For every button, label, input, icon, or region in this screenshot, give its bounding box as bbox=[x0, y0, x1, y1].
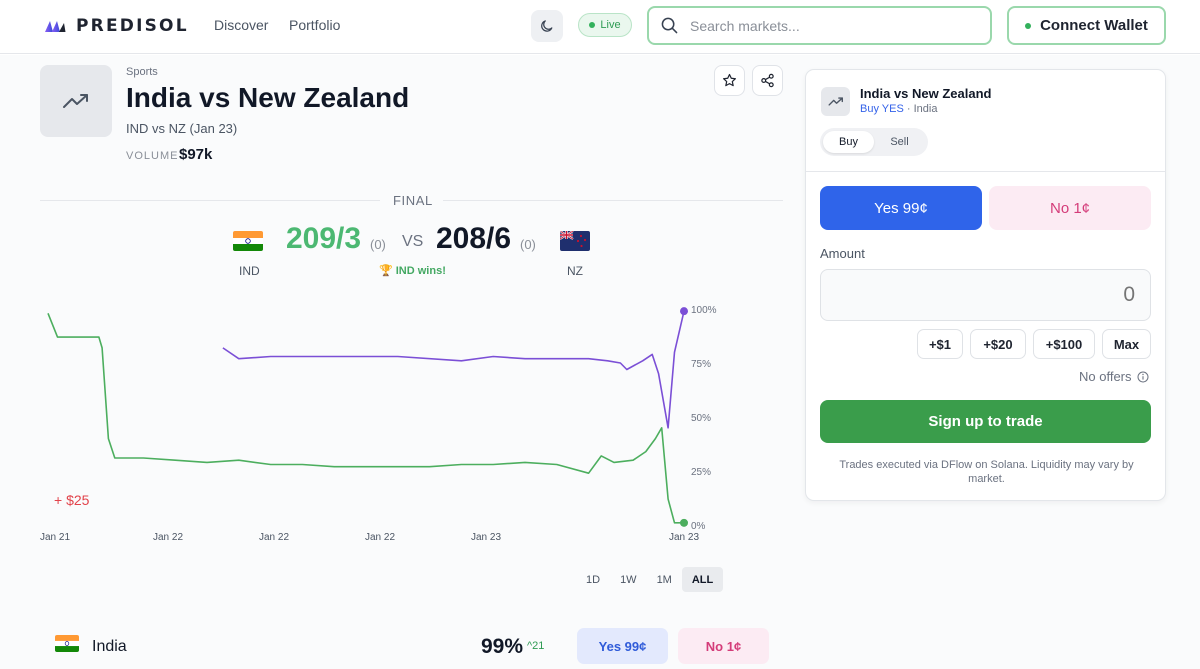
outcome-change: ^21 bbox=[527, 640, 544, 652]
wallet-dot-icon bbox=[1025, 22, 1032, 29]
range-tab-1m[interactable]: 1M bbox=[647, 567, 682, 592]
price-history-chart[interactable]: 100% 75% 50% 25% 0% Jan 21 Jan 22 Jan 22 Jan 22 J… bbox=[0, 290, 790, 550]
buy-no-button[interactable]: No 1¢ bbox=[989, 186, 1151, 230]
live-label: Live bbox=[600, 19, 621, 31]
outcome-change-value: 21 bbox=[532, 640, 545, 652]
new-zealand-flag-icon bbox=[560, 231, 590, 251]
search-input[interactable] bbox=[690, 17, 970, 34]
market-subtitle: IND vs NZ (Jan 23) bbox=[126, 121, 238, 136]
search-box[interactable] bbox=[647, 6, 992, 45]
trending-up-icon bbox=[63, 94, 88, 108]
series-line-1[interactable] bbox=[47, 313, 684, 524]
logo-icon bbox=[45, 21, 66, 32]
max-amount-button[interactable]: Max bbox=[1102, 329, 1151, 359]
match-status: FINAL bbox=[393, 193, 433, 208]
y-tick-label: 100% bbox=[691, 305, 717, 316]
outcome-row: India 99% ^21 Yes 99¢ No 1¢ bbox=[40, 623, 784, 669]
share-icon bbox=[761, 73, 774, 88]
nav-link-discover[interactable]: Discover bbox=[214, 17, 268, 33]
series-endpoint-1 bbox=[680, 518, 688, 527]
theme-toggle-button[interactable] bbox=[531, 10, 563, 42]
home-team-code: IND bbox=[239, 264, 260, 278]
volume-label: VOLUME bbox=[126, 150, 179, 162]
panel-side-label: Buy YES bbox=[860, 103, 904, 115]
trending-up-icon bbox=[827, 97, 843, 106]
nav-link-portfolio[interactable]: Portfolio bbox=[289, 17, 340, 33]
x-tick-label: Jan 23 bbox=[471, 532, 501, 543]
connect-wallet-label: Connect Wallet bbox=[1040, 17, 1148, 34]
sell-tab[interactable]: Sell bbox=[874, 131, 925, 153]
y-tick-label: 0% bbox=[691, 521, 706, 532]
x-tick-label: Jan 22 bbox=[365, 532, 395, 543]
moon-icon bbox=[541, 20, 553, 32]
series-endpoint-0 bbox=[680, 307, 688, 316]
info-icon[interactable] bbox=[1137, 371, 1149, 383]
range-tab-1w[interactable]: 1W bbox=[610, 567, 647, 592]
pnl-label: + $25 bbox=[54, 492, 90, 508]
away-score-extra: (0) bbox=[520, 237, 536, 252]
offers-status: No offers bbox=[1079, 369, 1149, 384]
buy-yes-button[interactable]: Yes 99¢ bbox=[820, 186, 982, 230]
outcome-name: India bbox=[92, 638, 127, 655]
panel-divider bbox=[806, 171, 1165, 172]
offers-label: No offers bbox=[1079, 369, 1132, 384]
trade-panel: India vs New Zealand Buy YES · India Buy… bbox=[805, 69, 1166, 501]
quick-add-20-button[interactable]: +$20 bbox=[970, 329, 1026, 359]
y-tick-label: 25% bbox=[691, 467, 711, 478]
panel-market-thumbnail bbox=[821, 87, 850, 116]
divider-right bbox=[443, 200, 783, 201]
outcome-no-button[interactable]: No 1¢ bbox=[678, 628, 769, 664]
range-tab-1d[interactable]: 1D bbox=[576, 567, 610, 592]
panel-market-title: India vs New Zealand bbox=[860, 86, 992, 101]
top-nav: PREDISOL Discover Portfolio Live Connect… bbox=[0, 0, 1200, 54]
quick-add-1-button[interactable]: +$1 bbox=[917, 329, 963, 359]
divider-left bbox=[40, 200, 380, 201]
india-flag-icon bbox=[55, 635, 79, 652]
market-thumbnail bbox=[40, 65, 112, 137]
x-tick-label: Jan 22 bbox=[259, 532, 289, 543]
range-tab-all[interactable]: ALL bbox=[681, 567, 724, 592]
x-tick-label: Jan 21 bbox=[40, 532, 70, 543]
x-tick-label: Jan 22 bbox=[153, 532, 183, 543]
time-range-tabs: 1D 1W 1M ALL bbox=[576, 567, 724, 592]
home-score-extra: (0) bbox=[370, 237, 386, 252]
away-team-code: NZ bbox=[567, 264, 583, 278]
outcome-probability: 99% bbox=[481, 635, 524, 658]
quick-add-100-button[interactable]: +$100 bbox=[1033, 329, 1095, 359]
buy-tab[interactable]: Buy bbox=[823, 131, 874, 153]
market-title: India vs New Zealand bbox=[126, 82, 410, 113]
market-category[interactable]: Sports bbox=[126, 66, 158, 78]
buy-sell-toggle: Buy Sell bbox=[820, 128, 928, 156]
match-result: 🏆 IND wins! bbox=[379, 265, 446, 277]
panel-subtitle: Buy YES · India bbox=[860, 103, 937, 115]
away-score: 208/6 bbox=[436, 222, 512, 255]
y-tick-label: 50% bbox=[691, 413, 711, 424]
share-button[interactable] bbox=[752, 65, 783, 96]
versus-label: VS bbox=[402, 233, 424, 250]
search-icon bbox=[661, 17, 678, 34]
amount-input[interactable] bbox=[820, 269, 1151, 321]
sign-up-to-trade-button[interactable]: Sign up to trade bbox=[820, 400, 1151, 443]
x-tick-label: Jan 23 bbox=[669, 532, 699, 543]
india-flag-icon bbox=[233, 231, 263, 251]
volume-value: $97k bbox=[179, 146, 213, 163]
star-icon bbox=[722, 73, 737, 87]
outcome-yes-button[interactable]: Yes 99¢ bbox=[577, 628, 668, 664]
favorite-button[interactable] bbox=[714, 65, 745, 96]
trade-disclaimer: Trades executed via DFlow on Solana. Liq… bbox=[839, 459, 1134, 485]
live-dot-icon bbox=[589, 22, 596, 28]
live-status-badge: Live bbox=[578, 13, 632, 37]
y-tick-label: 75% bbox=[691, 359, 711, 370]
amount-label: Amount bbox=[820, 246, 865, 261]
series-line-0[interactable] bbox=[222, 311, 685, 429]
brand-name: PREDISOL bbox=[76, 16, 189, 36]
home-score: 209/3 bbox=[286, 222, 362, 255]
brand-logo[interactable]: PREDISOL bbox=[44, 15, 189, 37]
connect-wallet-button[interactable]: Connect Wallet bbox=[1007, 6, 1166, 45]
panel-outcome-label: · India bbox=[903, 103, 938, 115]
